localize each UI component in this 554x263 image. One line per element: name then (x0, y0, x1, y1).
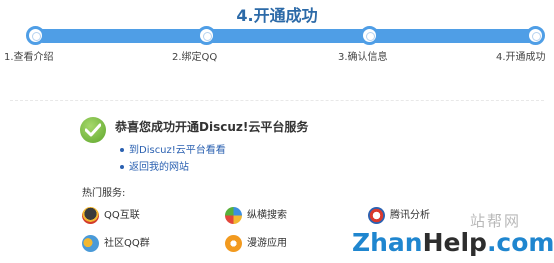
analytics-icon (368, 206, 385, 224)
qq-group-icon (82, 234, 99, 252)
link-back-to-site-label: 返回我的网站 (129, 162, 189, 173)
watermark-brand-part1: Zhan (352, 228, 423, 257)
watermark-brand-part3: .com (486, 228, 554, 257)
service-analytics[interactable]: 腾讯分析 (368, 206, 430, 224)
service-qq-connect-label: QQ互联 (104, 210, 140, 221)
link-cloud-platform-label: 到Discuz!云平台看看 (129, 145, 226, 156)
service-manyou-label: 漫游应用 (247, 238, 287, 249)
service-search[interactable]: 纵横搜索 (225, 206, 287, 224)
link-back-to-site[interactable]: 返回我的网站 (120, 158, 189, 173)
watermark-brand-part2: Help (422, 228, 487, 257)
bullet-dot (120, 148, 124, 152)
service-analytics-label: 腾讯分析 (390, 210, 430, 221)
step-label-2: 2.绑定QQ (172, 52, 218, 63)
progress-track (36, 29, 537, 43)
step-node-4 (526, 26, 545, 45)
service-qq-connect[interactable]: QQ互联 (82, 206, 140, 224)
manyou-icon (225, 234, 242, 252)
section-divider (10, 100, 544, 102)
step-node-3 (360, 26, 379, 45)
service-manyou[interactable]: 漫游应用 (225, 234, 287, 252)
step-label-1: 1.查看介绍 (4, 52, 54, 63)
step-label-4: 4.开通成功 (496, 52, 546, 63)
watermark-brand: ZhanHelp.com (352, 228, 554, 257)
service-search-label: 纵横搜索 (247, 210, 287, 221)
step-node-1 (26, 26, 45, 45)
bullet-dot (120, 165, 124, 169)
search-s-icon (225, 206, 242, 224)
success-message: 恭喜您成功开通Discuz!云平台服务 (115, 120, 309, 134)
qq-penguin-icon (82, 206, 99, 224)
success-check-icon (80, 117, 106, 143)
step-label-3: 3.确认信息 (338, 52, 388, 63)
link-cloud-platform[interactable]: 到Discuz!云平台看看 (120, 141, 226, 156)
service-qq-group[interactable]: 社区QQ群 (82, 234, 150, 252)
hot-services-title: 热门服务: (82, 188, 126, 199)
service-qq-group-label: 社区QQ群 (104, 238, 150, 249)
step-title: 4.开通成功 (236, 6, 318, 25)
step-node-2 (197, 26, 216, 45)
